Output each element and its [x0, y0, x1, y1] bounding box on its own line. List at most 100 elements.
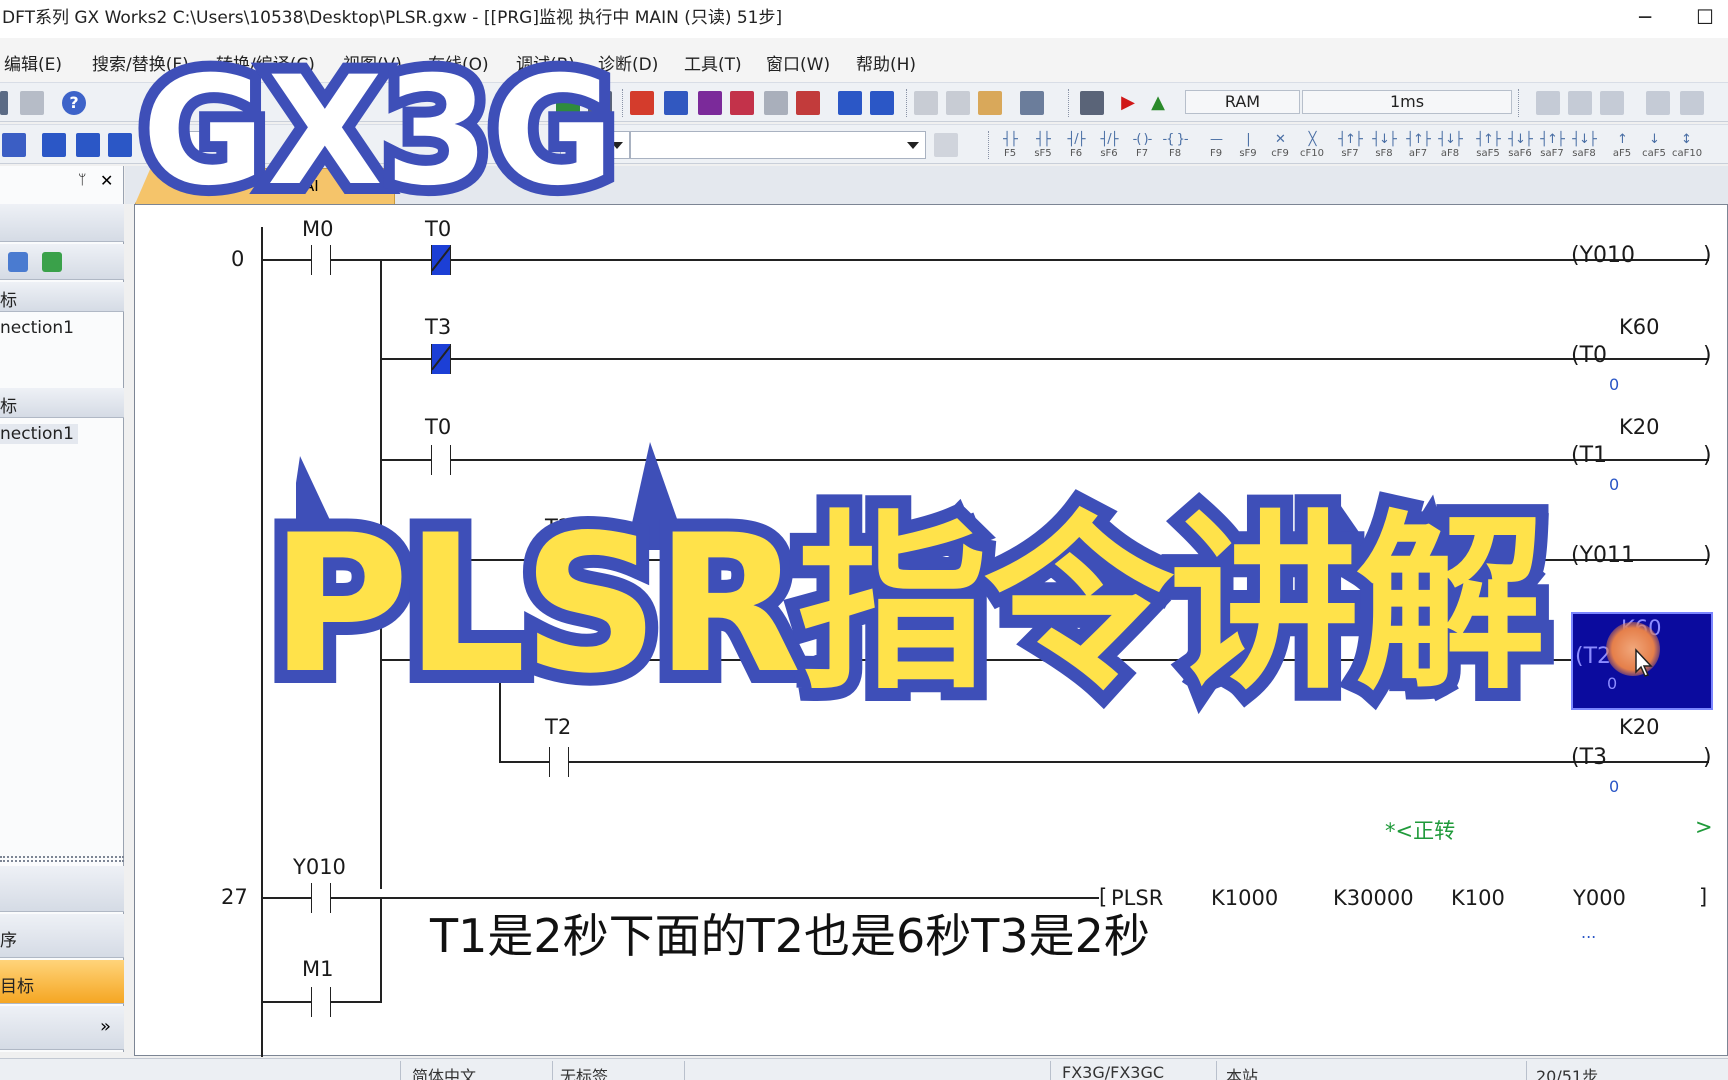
device-select[interactable]: [630, 131, 926, 159]
coil-device: Y011: [1579, 543, 1636, 568]
connection-info-icon[interactable]: [8, 252, 28, 272]
ladder-symbol-key: aF8: [1440, 148, 1460, 159]
nav-connection-label: 目标: [0, 977, 34, 997]
connection-item[interactable]: nection1: [0, 318, 74, 338]
nav-program[interactable]: 序: [0, 914, 124, 958]
coil-y011[interactable]: (Y011: [1571, 543, 1635, 568]
run-icon[interactable]: ▶: [1116, 91, 1140, 115]
ladder-symbol-key: cF9: [1271, 148, 1289, 159]
ladder-symbol-palette: ┤├ F5 ┤├ sF5 ┤/├ F6 ┤/├ sF6 -( )- F7 -{ }- F8— F9 | sF…: [996, 125, 1726, 165]
minimize-button[interactable]: ─: [1622, 0, 1668, 36]
ladder-column-icon[interactable]: [1600, 91, 1624, 115]
device-batch-replace-icon[interactable]: [108, 133, 132, 157]
plsr-instruction[interactable]: [ PLSR K1000 K30000 K100 Y000 ]: [1099, 885, 1711, 915]
ladder-symbol-saf6[interactable]: ┤↓├ saF6: [1506, 131, 1534, 161]
splitter-handle[interactable]: [0, 856, 124, 862]
clear-memory-icon[interactable]: [764, 91, 788, 115]
ladder-symbol-cf9[interactable]: ✕ cF9: [1266, 131, 1294, 161]
device-batch-icon[interactable]: [870, 91, 894, 115]
ladder-symbol-af8[interactable]: ┤↓├ aF8: [1436, 131, 1464, 161]
print-icon[interactable]: [20, 91, 44, 115]
ladder-symbol-sf5[interactable]: ┤├ sF5: [1029, 131, 1057, 161]
ladder-insert-icon[interactable]: [1536, 91, 1560, 115]
open-icon[interactable]: [0, 91, 8, 115]
nav-connection-target[interactable]: 目标: [0, 960, 124, 1004]
pin-icon[interactable]: ᛘ: [78, 172, 86, 188]
ladder-symbol-saf5[interactable]: ┤↑├ saF5: [1474, 131, 1502, 161]
ladder-symbol-af5[interactable]: ↑ aF5: [1608, 131, 1636, 161]
ladder-symbol-icon: —: [1210, 132, 1223, 147]
instruction-s2: K30000: [1333, 886, 1414, 910]
ladder-symbol-caf10[interactable]: ↕ caF10: [1672, 131, 1703, 161]
menu-tools[interactable]: 工具(T): [684, 50, 742, 75]
coil-t1[interactable]: (T1: [1571, 443, 1607, 468]
contact-label: Y010: [293, 855, 346, 879]
contact-t3-nc[interactable]: [431, 344, 451, 374]
ladder-symbol-key: caF10: [1672, 148, 1703, 159]
find-icon[interactable]: [1646, 91, 1670, 115]
coil-t0[interactable]: (T0: [1571, 343, 1607, 368]
coil-t3[interactable]: (T3: [1571, 745, 1607, 770]
ladder-symbol-f7[interactable]: -( )- F7: [1128, 131, 1156, 161]
stop-icon[interactable]: ▲: [1146, 91, 1170, 115]
ladder-symbol-f9[interactable]: — F9: [1202, 131, 1230, 161]
ladder-symbol-icon: ┤↑├: [1406, 132, 1431, 147]
ladder-delete-icon[interactable]: [1568, 91, 1592, 115]
replace-icon[interactable]: [1680, 91, 1704, 115]
help-icon[interactable]: ?: [62, 91, 86, 115]
ladder-symbol-cf10[interactable]: ╳ cF10: [1298, 131, 1326, 161]
menu-window[interactable]: 窗口(W): [766, 50, 830, 75]
target-label: 标: [0, 397, 17, 417]
read-plc-icon[interactable]: [664, 91, 688, 115]
write-plc-icon[interactable]: [630, 91, 654, 115]
ladder-symbol-saf8[interactable]: ┤↓├ saF8: [1570, 131, 1598, 161]
ladder-symbol-sf8[interactable]: ┤↓├ sF8: [1370, 131, 1398, 161]
contact-m1[interactable]: [311, 987, 331, 1017]
ladder-symbol-icon: -{ }-: [1162, 132, 1188, 147]
device-monitor-icon[interactable]: [838, 91, 862, 115]
menu-help[interactable]: 帮助(H): [856, 50, 916, 75]
connection-item[interactable]: nection1: [0, 424, 78, 444]
video-subtitle: T1是2秒下面的T2也是6秒T3是2秒: [426, 905, 1154, 967]
simulation-icon[interactable]: [1080, 91, 1104, 115]
ladder-symbol-saf7[interactable]: ┤↑├ saF7: [1538, 131, 1566, 161]
close-icon[interactable]: ✕: [100, 171, 113, 190]
ladder-symbol-af7[interactable]: ┤↑├ aF7: [1404, 131, 1432, 161]
contact-t0-nc[interactable]: [431, 245, 451, 275]
ladder-symbol-f6[interactable]: ┤/├ F6: [1062, 131, 1090, 161]
expand-icon[interactable]: »: [100, 1016, 111, 1037]
ladder-symbol-sf7[interactable]: ┤↑├ sF7: [1336, 131, 1364, 161]
device-list-icon[interactable]: [42, 133, 66, 157]
ladder-symbol-key: F9: [1209, 148, 1223, 159]
contact-t2[interactable]: [549, 747, 569, 777]
panel-toolbar: [0, 244, 124, 280]
contact-y010[interactable]: [311, 883, 331, 913]
menu-edit[interactable]: 编辑(E): [4, 50, 62, 75]
current-value: 0: [1607, 674, 1618, 693]
maximize-button[interactable]: ☐: [1682, 0, 1728, 36]
plc-memory-icon[interactable]: [796, 91, 820, 115]
refresh-icon[interactable]: [42, 252, 62, 272]
ladder-symbol-key: F7: [1135, 148, 1149, 159]
statement-icon[interactable]: [946, 91, 970, 115]
remote-operation-icon[interactable]: [730, 91, 754, 115]
ladder-symbol-key: saF5: [1476, 148, 1500, 159]
ladder-symbol-sf9[interactable]: | sF9: [1234, 131, 1262, 161]
verify-plc-icon[interactable]: [698, 91, 722, 115]
ladder-symbol-caf5[interactable]: ↓ caF5: [1640, 131, 1668, 161]
device-comment-icon[interactable]: [76, 133, 100, 157]
target-label: 标: [0, 291, 17, 311]
instruction-s1: K1000: [1211, 886, 1279, 910]
watch-icon[interactable]: [1020, 91, 1044, 115]
ladder-symbol-sf6[interactable]: ┤/├ sF6: [1095, 131, 1123, 161]
timer-setting: K60: [1619, 315, 1660, 339]
note-icon[interactable]: [978, 91, 1002, 115]
coil-device: Y010: [1579, 243, 1636, 268]
ladder-symbol-f5[interactable]: ┤├ F5: [996, 131, 1024, 161]
coil-y010[interactable]: (Y010: [1571, 243, 1635, 268]
comment-icon[interactable]: [914, 91, 938, 115]
project-tree-icon[interactable]: [2, 133, 26, 157]
contact-m0[interactable]: [311, 245, 331, 275]
ladder-symbol-f8[interactable]: -{ }- F8: [1161, 131, 1189, 161]
find-device-icon[interactable]: [934, 133, 958, 157]
